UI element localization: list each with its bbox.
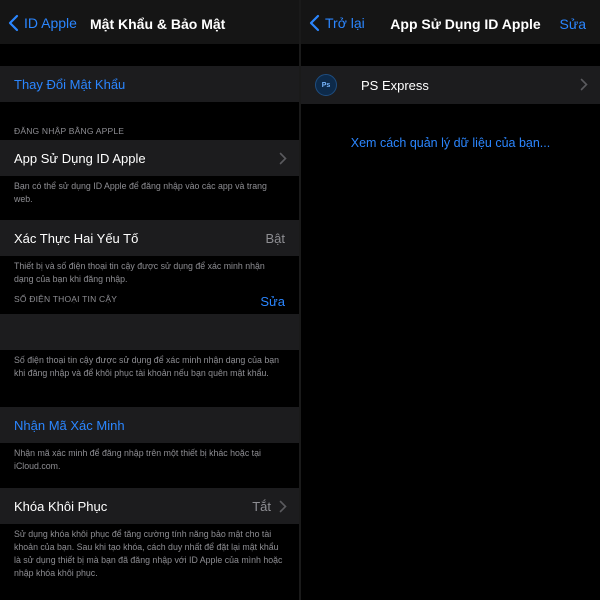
app-row-ps-express[interactable]: Ps PS Express (301, 66, 600, 104)
change-password-label: Thay Đổi Mật Khẩu (14, 76, 126, 92)
page-title: Mật Khẩu & Bảo Mật (90, 16, 226, 32)
back-button[interactable]: ID Apple (8, 14, 77, 32)
recovery-key-label: Khóa Khôi Phục (14, 498, 108, 514)
back-label: Trở lại (325, 15, 365, 31)
change-password-row[interactable]: Thay Đổi Mật Khẩu (0, 66, 299, 102)
two-factor-row: Xác Thực Hai Yếu Tố Bật (0, 220, 299, 256)
trusted-phone-header: SỐ ĐIỆN THOẠI TIN CẬY (14, 294, 118, 304)
trusted-phone-note: Số điện thoại tin cậy được sử dụng để xá… (14, 355, 280, 378)
two-factor-value: Bật (265, 230, 285, 246)
edit-button[interactable]: Sửa (560, 16, 587, 32)
password-security-screen: ID Apple Mật Khẩu & Bảo Mật Thay Đổi Mật… (0, 0, 299, 600)
app-name: PS Express (361, 78, 429, 93)
get-verification-code-row[interactable]: Nhận Mã Xác Minh (0, 407, 299, 443)
recovery-key-value: Tắt (252, 498, 271, 514)
apps-using-apple-id-screen: Trở lại App Sử Dụng ID Apple Sửa Ps PS E… (301, 0, 600, 600)
chevron-right-icon (279, 152, 287, 165)
trusted-phone-row[interactable] (0, 314, 299, 350)
apps-using-apple-id-label: App Sử Dụng ID Apple (14, 150, 146, 166)
apps-using-apple-id-row[interactable]: App Sử Dụng ID Apple (0, 140, 299, 176)
ps-express-app-icon: Ps (315, 74, 337, 96)
two-factor-note: Thiết bị và số điện thoại tin cậy được s… (14, 261, 265, 284)
verification-code-note: Nhận mã xác minh để đăng nhập trên một t… (14, 448, 261, 471)
chevron-left-icon (309, 14, 320, 32)
recovery-key-note: Sử dụng khóa khôi phục để tăng cường tín… (14, 529, 283, 578)
back-button[interactable]: Trở lại (309, 14, 365, 32)
recovery-key-row[interactable]: Khóa Khôi Phục Tắt (0, 488, 299, 524)
chevron-right-icon (580, 78, 588, 91)
nav-bar: Trở lại App Sử Dụng ID Apple Sửa (301, 0, 600, 44)
apps-note: Bạn có thể sử dụng ID Apple để đăng nhập… (14, 181, 267, 204)
get-verification-code-label: Nhận Mã Xác Minh (14, 417, 125, 433)
chevron-left-icon (8, 14, 19, 32)
manage-data-link[interactable]: Xem cách quản lý dữ liệu của bạn... (301, 136, 600, 150)
chevron-right-icon (279, 500, 287, 513)
back-label: ID Apple (24, 15, 77, 31)
sign-in-with-apple-header: ĐĂNG NHẬP BẰNG APPLE (14, 126, 125, 136)
two-factor-label: Xác Thực Hai Yếu Tố (14, 230, 139, 246)
edit-trusted-phone-button[interactable]: Sửa (260, 294, 285, 309)
nav-bar: ID Apple Mật Khẩu & Bảo Mật (0, 0, 299, 44)
